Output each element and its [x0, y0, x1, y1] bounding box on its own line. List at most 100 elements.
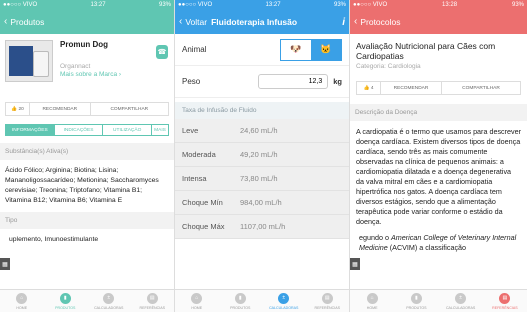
cat-icon[interactable]: 🐱	[311, 39, 341, 60]
peso-input[interactable]	[258, 74, 329, 89]
tab-calculadoras[interactable]: ± CALCULADORAS	[87, 290, 131, 312]
screen-protocolo: ●●○○○ VIVO 13:28 93% ‹ Protocolos Avaliação…	[350, 0, 527, 312]
rate-row: Intensa 73,80 mL/h	[175, 167, 349, 191]
calc-icon: ±	[455, 292, 467, 304]
back-label: Produtos	[10, 17, 45, 27]
product-maker: Organnact	[60, 63, 91, 70]
status-bar: ●●○○○ VIVO 13:28 93%	[350, 0, 527, 10]
tab-label: PRODUTOS	[230, 305, 251, 310]
tab-produtos[interactable]: ▮ PRODUTOS	[219, 290, 263, 312]
tab-label: CALCULADORAS	[269, 305, 299, 310]
tab-calculadoras[interactable]: ± CALCULADORAS	[262, 290, 306, 312]
rate-row: Choque Mín 984,00 mL/h	[175, 191, 349, 215]
clock: 13:27	[90, 2, 106, 8]
screen-produto: ●●○○○ VIVO 13:27 93% ‹ Produtos Promun Dog …	[0, 0, 175, 312]
tab-mais[interactable]: MAIS	[152, 125, 168, 135]
tab-label: PRODUTOS	[55, 305, 76, 310]
clock: 13:28	[442, 2, 458, 8]
recommend-button[interactable]: RECOMENDAR	[30, 103, 91, 115]
thumbs-up-icon: 👍	[11, 106, 18, 112]
battery: 93%	[333, 2, 346, 8]
section-header-substancias: Substância(s) Ativa(s)	[0, 143, 174, 160]
battery: 93%	[158, 2, 171, 8]
rate-value: 984,00 mL/h	[240, 198, 282, 207]
tab-label: REFERÊNCIAS	[314, 305, 341, 310]
unit-label: kg	[333, 77, 342, 86]
page-title: Fluidoterapia Infusão	[211, 17, 298, 27]
tab-produtos[interactable]: ▮ PRODUTOS	[44, 290, 88, 312]
bottle-icon: ▮	[234, 292, 246, 304]
substances-text: Ácido Fólico; Arginina; Biotina; Lisina;…	[5, 167, 159, 204]
thumbs-up-icon: 👍	[363, 85, 370, 91]
tab-home[interactable]: ⌂ HOME	[175, 290, 219, 312]
home-icon: ⌂	[366, 292, 378, 304]
rate-value: 73,80 mL/h	[240, 174, 278, 183]
book-icon: ▤	[499, 292, 511, 304]
like-button[interactable]: 👍 20	[6, 103, 30, 115]
rate-header: Taxa de Infusão de Fluido	[175, 102, 349, 119]
info-tabs: INFORMAÇÕES INDICAÇÕES UTILIZAÇÃO MAIS	[5, 124, 169, 136]
section-header-tipo: Tipo	[0, 212, 174, 229]
rate-label: Choque Máx	[182, 222, 225, 231]
tab-home[interactable]: ⌂ HOME	[350, 290, 394, 312]
tab-indicacoes[interactable]: INDICAÇÕES	[55, 125, 104, 135]
share-button[interactable]: COMPARTILHAR	[442, 82, 520, 94]
text-segment: (ACVIM) a classificação	[387, 243, 467, 252]
product-header: Promun Dog Organnact Mais sobre a Marca …	[0, 34, 174, 92]
rate-value: 24,60 mL/h	[240, 126, 278, 135]
tab-label: PRODUTOS	[406, 305, 427, 310]
brand-link[interactable]: Mais sobre a Marca ›	[60, 71, 169, 78]
chevron-left-icon: ‹	[354, 16, 358, 27]
tab-referencias[interactable]: ▤ REFERÊNCIAS	[131, 290, 175, 312]
calc-icon: ±	[278, 292, 290, 304]
share-button[interactable]: COMPARTILHAR	[91, 103, 168, 115]
nav-bar: ‹ Protocolos	[350, 10, 527, 34]
peso-label: Peso	[182, 77, 201, 86]
chevron-left-icon: ‹	[4, 16, 8, 27]
rate-value: 1107,00 mL/h	[240, 222, 286, 231]
like-button[interactable]: 👍 4	[357, 82, 381, 94]
tab-bar: ⌂ HOME ▮ PRODUTOS ± CALCULADORAS ▤ REFERÊNCI…	[350, 289, 527, 312]
tab-label: HOME	[366, 305, 378, 310]
tab-produtos[interactable]: ▮ PRODUTOS	[394, 290, 438, 312]
tab-label: REFERÊNCIAS	[139, 305, 166, 310]
tab-home[interactable]: ⌂ HOME	[0, 290, 44, 312]
back-button[interactable]: ‹ Voltar	[179, 17, 207, 28]
like-count: 4	[370, 85, 374, 91]
dog-icon[interactable]: 🐶	[281, 39, 311, 60]
category-label: Categoria: Cardiologia	[356, 63, 421, 70]
tab-informacoes[interactable]: INFORMAÇÕES	[6, 125, 55, 135]
calculator-icon[interactable]: ▦	[0, 258, 10, 270]
rate-label: Leve	[182, 126, 199, 135]
tab-calculadoras[interactable]: ± CALCULADORAS	[439, 290, 483, 312]
recommend-button[interactable]: RECOMENDAR	[381, 82, 442, 94]
like-count: 20	[18, 106, 24, 112]
bottle-icon: ▮	[410, 292, 422, 304]
calc-icon: ±	[103, 292, 115, 304]
tab-referencias[interactable]: ▤ REFERÊNCIAS	[483, 290, 527, 312]
tab-label: HOME	[191, 305, 203, 310]
peso-row: Peso kg	[175, 66, 349, 98]
back-button[interactable]: ‹ Produtos	[4, 16, 45, 28]
carrier: ●●○○○ VIVO	[353, 2, 388, 8]
battery: 93%	[511, 2, 524, 8]
calculator-icon[interactable]: ▦	[350, 258, 360, 270]
tab-bar: ⌂ HOME ▮ PRODUTOS ± CALCULADORAS ▤ REFERÊNCI…	[0, 289, 174, 312]
book-icon: ▤	[321, 292, 333, 304]
home-icon: ⌂	[191, 292, 203, 304]
back-button[interactable]: ‹ Protocolos	[354, 16, 401, 28]
status-bar: ●●○○○ VIVO 13:27 93%	[0, 0, 174, 10]
phone-icon[interactable]: ☎	[156, 45, 168, 59]
rate-value: 49,20 mL/h	[240, 150, 278, 159]
tab-label: REFERÊNCIAS	[492, 305, 518, 310]
page-title: Avaliação Nutricional para Cães com Card…	[356, 41, 496, 61]
tab-referencias[interactable]: ▤ REFERÊNCIAS	[306, 290, 350, 312]
back-label: Protocolos	[360, 17, 401, 27]
animal-row: Animal 🐶 🐱	[175, 34, 349, 66]
type-text: uplemento, Imunoestimulante	[9, 236, 99, 243]
bottle-icon: ▮	[59, 292, 71, 304]
book-icon: ▤	[146, 292, 158, 304]
rate-row: Choque Máx 1107,00 mL/h	[175, 215, 349, 239]
info-icon[interactable]: i	[342, 17, 345, 28]
tab-utilizacao[interactable]: UTILIZAÇÃO	[103, 125, 153, 135]
